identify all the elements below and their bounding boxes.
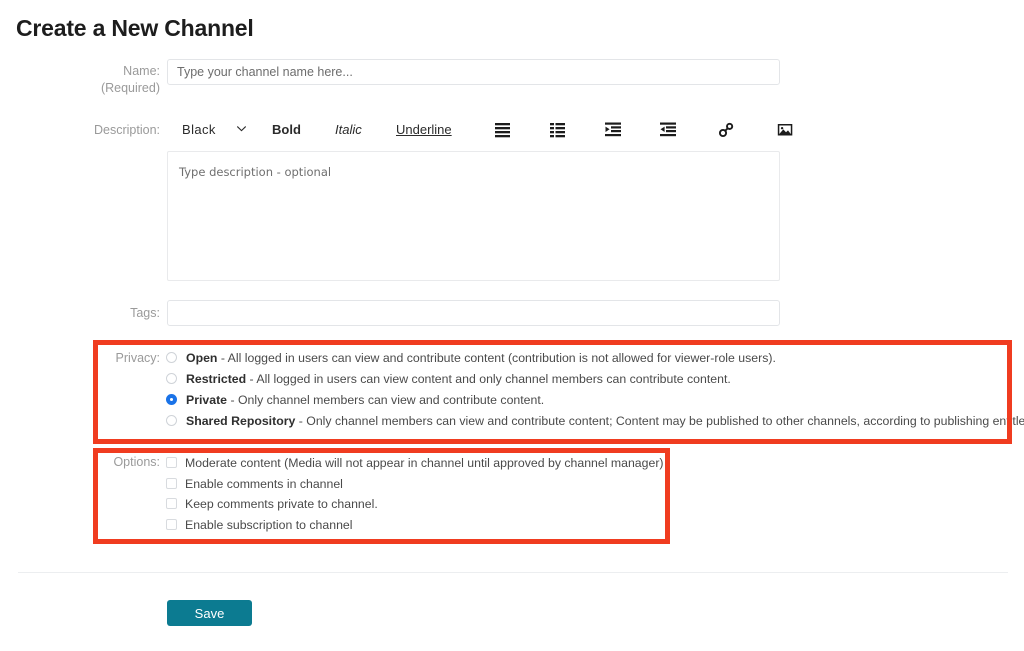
ordered-list-icon[interactable]	[550, 122, 567, 138]
privacy-option-private-name: Private	[186, 393, 228, 407]
privacy-radio-group: Open - All logged in users can view and …	[166, 348, 1024, 432]
option-keep-comments-private-label: Keep comments private to channel.	[185, 497, 378, 511]
privacy-option-open-name: Open	[186, 351, 218, 365]
text-color-select[interactable]: Black	[182, 118, 216, 142]
option-enable-subscription[interactable]: Enable subscription to channel	[166, 515, 726, 536]
indent-increase-icon[interactable]	[605, 122, 622, 138]
underline-button[interactable]: Underline	[396, 118, 452, 142]
privacy-option-restricted-description: - All logged in users can view content a…	[246, 372, 731, 386]
privacy-option-private[interactable]: Private - Only channel members can view …	[166, 390, 1006, 411]
italic-button[interactable]: Italic	[335, 118, 362, 142]
tags-input[interactable]	[167, 300, 780, 326]
options-field-label: Options:	[113, 455, 160, 469]
option-moderate-content-label: Moderate content (Media will not appear …	[185, 456, 664, 470]
checkbox-moderate-content[interactable]	[166, 457, 177, 468]
privacy-option-restricted-name: Restricted	[186, 372, 247, 386]
checkbox-enable-comments[interactable]	[166, 477, 177, 489]
name-field-label: Name:	[123, 64, 160, 78]
description-toolbar: Black Bold Italic Underline	[167, 118, 807, 144]
unordered-list-icon[interactable]	[495, 122, 512, 138]
checkbox-enable-subscription[interactable]	[166, 518, 177, 530]
image-icon[interactable]	[777, 122, 794, 138]
save-button[interactable]: Save	[167, 600, 252, 626]
option-enable-comments[interactable]: Enable comments in channel	[166, 474, 726, 495]
radio-restricted[interactable]	[166, 373, 177, 384]
privacy-option-shared-repository-description: - Only channel members can view and cont…	[295, 414, 1024, 428]
description-field-label: Description:	[94, 123, 160, 137]
option-keep-comments-private[interactable]: Keep comments private to channel.	[166, 494, 726, 515]
indent-decrease-icon[interactable]	[660, 122, 677, 138]
name-field-required-label: (Required)	[100, 81, 160, 95]
bold-button[interactable]: Bold	[272, 118, 301, 142]
privacy-option-restricted[interactable]: Restricted - All logged in users can vie…	[166, 369, 1006, 390]
description-placeholder: Type description - optional	[179, 165, 332, 179]
footer-divider	[18, 572, 1008, 573]
privacy-option-shared-repository[interactable]: Shared Repository - Only channel members…	[166, 411, 1024, 432]
channel-name-input[interactable]	[167, 59, 780, 85]
option-enable-subscription-label: Enable subscription to channel	[185, 517, 353, 532]
privacy-option-open-description: - All logged in users can view and contr…	[217, 351, 776, 365]
privacy-option-shared-repository-name: Shared Repository	[186, 414, 296, 428]
description-textarea[interactable]: Type description - optional	[167, 151, 780, 281]
chevron-down-icon[interactable]	[237, 118, 246, 142]
page-title: Create a New Channel	[16, 15, 254, 41]
privacy-option-open[interactable]: Open - All logged in users can view and …	[166, 348, 1006, 369]
option-enable-comments-label: Enable comments in channel	[185, 476, 343, 491]
privacy-field-label: Privacy:	[115, 351, 160, 365]
link-icon[interactable]	[718, 122, 735, 138]
tags-field-label: Tags:	[130, 306, 160, 320]
privacy-option-private-description: - Only channel members can view and cont…	[227, 393, 545, 407]
radio-private[interactable]	[166, 394, 177, 405]
option-moderate-content[interactable]: Moderate content (Media will not appear …	[166, 453, 726, 474]
checkbox-keep-comments-private[interactable]	[166, 498, 177, 509]
radio-shared-repository[interactable]	[166, 415, 177, 426]
options-checkbox-group: Moderate content (Media will not appear …	[166, 453, 726, 535]
radio-open[interactable]	[166, 352, 177, 363]
